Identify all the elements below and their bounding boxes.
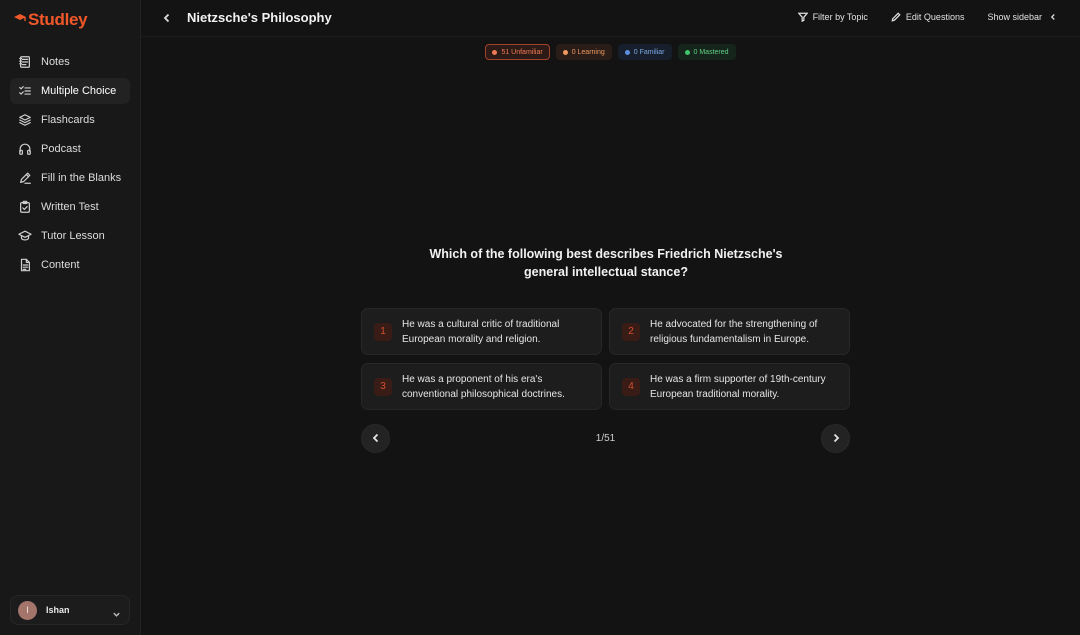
app-name: Studley <box>28 10 88 29</box>
sidebar-item-label: Multiple Choice <box>41 85 117 97</box>
previous-question-button[interactable] <box>361 423 390 453</box>
sidebar-item-multiple-choice[interactable]: Multiple Choice <box>10 78 130 104</box>
answer-option-2[interactable]: 2 He advocated for the strengthening of … <box>609 308 850 355</box>
sidebar-item-fill-in-the-blanks[interactable]: Fill in the Blanks <box>10 165 130 191</box>
badge-mastered[interactable]: 0 Mastered <box>677 44 736 60</box>
chevron-left-icon <box>372 433 378 443</box>
option-text: He was a cultural critic of traditional … <box>402 318 560 345</box>
sidebar-item-podcast[interactable]: Podcast <box>10 136 130 162</box>
avatar: I <box>18 600 37 620</box>
option-number: 3 <box>374 377 392 396</box>
sidebar-item-written-test[interactable]: Written Test <box>10 194 130 220</box>
headphones-icon <box>18 142 32 156</box>
sidebar-item-content[interactable]: Content <box>10 252 130 278</box>
answer-option-1[interactable]: 1 He was a cultural critic of traditiona… <box>361 308 602 355</box>
badge-label: 51 Unfamiliar <box>501 48 543 56</box>
sidebar-item-flashcards[interactable]: Flashcards <box>10 107 130 133</box>
mastery-badges: 51 Unfamiliar 0 Learning 0 Familiar 0 Ma… <box>141 44 1080 60</box>
sidebar: Studley Notes Multiple Choice Flashcards <box>0 0 141 635</box>
pen-icon <box>18 171 32 185</box>
checklist-icon <box>18 84 32 98</box>
answer-option-4[interactable]: 4 He was a firm supporter of 19th-centur… <box>609 363 850 410</box>
option-number: 2 <box>622 322 640 341</box>
question-pager: 1/51 <box>361 423 850 453</box>
badge-label: 0 Familiar <box>633 48 665 56</box>
chevron-down-icon <box>112 606 121 617</box>
app-root: Studley Notes Multiple Choice Flashcards <box>0 0 1080 635</box>
clipboard-check-icon <box>18 200 32 214</box>
sidebar-item-label: Tutor Lesson <box>41 230 105 242</box>
sidebar-item-label: Content <box>41 259 80 271</box>
badge-unfamiliar[interactable]: 51 Unfamiliar <box>485 44 550 60</box>
chevron-left-icon <box>1050 14 1055 20</box>
page-title: Nietzsche's Philosophy <box>187 10 332 25</box>
sidebar-item-tutor-lesson[interactable]: Tutor Lesson <box>10 223 130 249</box>
notes-icon <box>18 55 32 69</box>
sidebar-item-label: Podcast <box>41 143 81 155</box>
document-icon <box>18 258 32 272</box>
option-number: 4 <box>622 377 640 396</box>
top-bar: Nietzsche's Philosophy Filter by Topic E… <box>141 0 1080 37</box>
status-dot <box>624 49 630 55</box>
filter-label: Filter by Topic <box>812 12 868 22</box>
status-dot <box>684 49 690 55</box>
top-actions: Filter by Topic Edit Questions Show side… <box>797 12 1058 22</box>
chevron-right-icon <box>833 433 839 443</box>
next-question-button[interactable] <box>821 423 850 453</box>
pencil-icon <box>891 12 901 22</box>
option-number: 1 <box>374 322 392 341</box>
answer-options: 1 He was a cultural critic of traditiona… <box>361 308 850 410</box>
user-menu-button[interactable]: I Ishan <box>10 595 130 625</box>
graduation-cap-icon <box>18 229 32 243</box>
filter-icon <box>797 12 808 22</box>
studley-logo[interactable]: Studley <box>0 0 140 40</box>
edit-label: Edit Questions <box>905 12 965 22</box>
status-dot <box>492 49 498 55</box>
sidebar-nav: Notes Multiple Choice Flashcards Podcast <box>0 49 140 278</box>
sidebar-item-label: Fill in the Blanks <box>41 172 122 184</box>
sidebar-item-label: Flashcards <box>41 114 95 126</box>
option-text: He advocated for the strengthening of re… <box>650 318 818 345</box>
show-sidebar-button[interactable]: Show sidebar <box>987 12 1058 22</box>
question-text: Which of the following best describes Fr… <box>429 247 783 279</box>
sidebar-item-label: Notes <box>41 56 70 68</box>
filter-by-topic-button[interactable]: Filter by Topic <box>797 12 868 22</box>
badge-label: 0 Learning <box>571 48 605 56</box>
sidebar-item-notes[interactable]: Notes <box>10 49 130 75</box>
back-button[interactable] <box>160 11 174 25</box>
answer-option-3[interactable]: 3 He was a proponent of his era's conven… <box>361 363 602 410</box>
badge-familiar[interactable]: 0 Familiar <box>617 44 672 60</box>
badge-learning[interactable]: 0 Learning <box>555 44 612 60</box>
badge-label: 0 Mastered <box>693 48 729 56</box>
sidebar-item-label: Written Test <box>41 201 99 213</box>
main-content: Nietzsche's Philosophy Filter by Topic E… <box>141 0 1080 635</box>
show-sidebar-label: Show sidebar <box>987 12 1042 22</box>
edit-questions-button[interactable]: Edit Questions <box>891 12 965 22</box>
graduation-cap-logo-icon <box>14 14 26 21</box>
option-text: He was a firm supporter of 19th-century … <box>650 373 826 400</box>
chevron-left-icon <box>163 13 170 23</box>
question-progress: 1/51 <box>595 432 616 444</box>
user-name: Ishan <box>46 605 70 615</box>
status-dot <box>562 49 568 55</box>
layers-icon <box>18 113 32 127</box>
option-text: He was a proponent of his era's conventi… <box>402 373 565 400</box>
